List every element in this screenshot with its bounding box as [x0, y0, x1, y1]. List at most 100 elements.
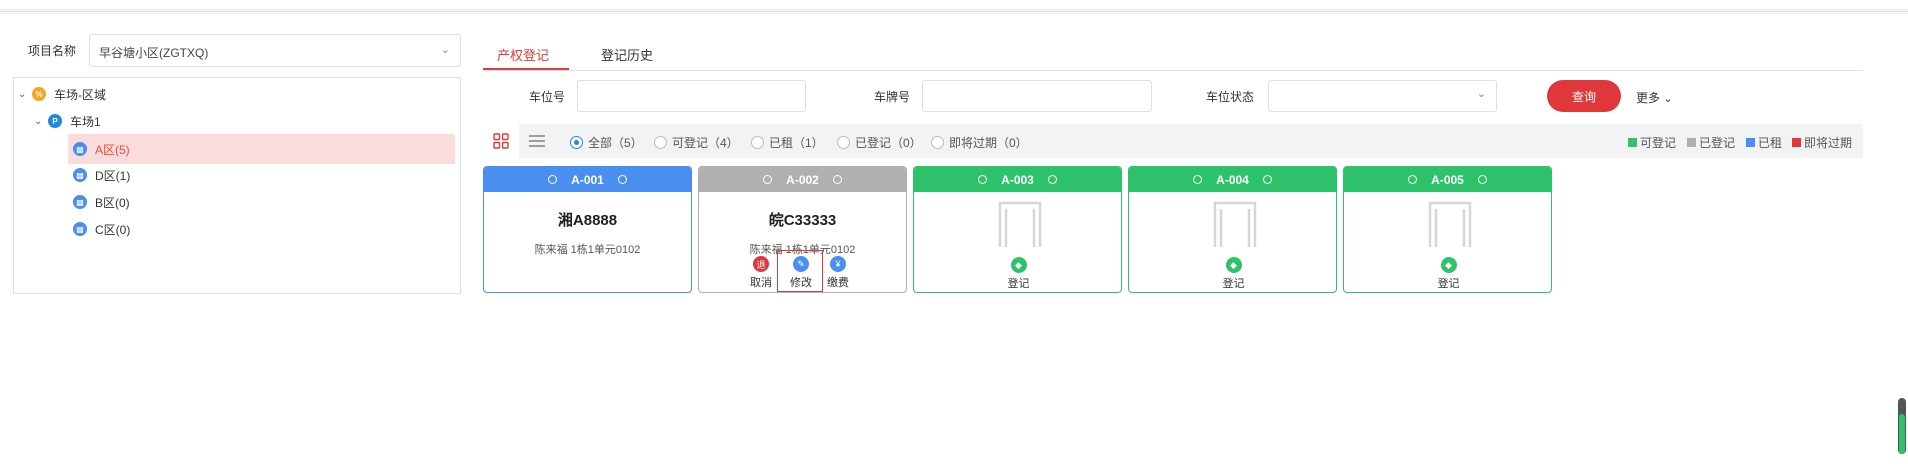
register-button[interactable]: ◆ 登记	[1344, 257, 1551, 291]
chevron-down-icon: ⌄	[1476, 88, 1486, 100]
area-tree: ⌄ % 车场-区域 ⌄ P 车场1 ▩ A区(5) ▩ D区(1) ▩ B区(0…	[13, 77, 461, 294]
radio-selected-icon	[570, 136, 583, 149]
parking-space-card[interactable]: A-005 ◆ 登记	[1343, 166, 1552, 293]
tree-lot-label: 车场1	[70, 114, 101, 129]
space-status-label: 车位状态	[1206, 90, 1255, 104]
filter-rented-label: 已租（1）	[769, 136, 824, 150]
caret-down-icon[interactable]: ⌄	[18, 89, 32, 100]
car-icon: ▩	[73, 142, 87, 156]
legend-label: 即将过期	[1804, 136, 1853, 150]
status-filter-bar: 全部（5） 可登记（4） 已租（1） 已登记（0） 即将过期（0） 可登记 已登…	[483, 124, 1863, 158]
card-header: A-005	[1344, 167, 1551, 192]
legend-registered: 已登记	[1687, 134, 1735, 151]
tab-bar: 产权登记 登记历史	[483, 35, 1863, 71]
card-header: A-004	[1129, 167, 1336, 192]
caret-down-icon[interactable]: ⌄	[34, 116, 48, 127]
cancel-icon: 退	[753, 256, 769, 272]
legend-rented: 已租	[1746, 134, 1782, 151]
tree-item-area-d[interactable]: ▩ D区(1)	[73, 161, 130, 189]
tree-item-area-c[interactable]: ▩ C区(0)	[73, 215, 130, 243]
radio-icon	[931, 136, 944, 149]
card-header: A-003	[914, 167, 1121, 192]
space-status-select[interactable]: ⌄	[1268, 80, 1497, 112]
empty-space-gate-icon	[1428, 201, 1472, 247]
parking-space-card[interactable]: A-002 皖C33333 陈来福 1栋1单元0102 退 取消 ✎ 修改 ¥ …	[698, 166, 907, 293]
tree-item-area-a[interactable]: ▩ A区(5)	[68, 134, 455, 164]
project-select[interactable]: 早谷塘小区(ZGTXQ) ⌄	[89, 34, 461, 67]
owner-info: 陈来福 1栋1单元0102	[534, 244, 641, 256]
legend-label: 已租	[1758, 136, 1783, 150]
tree-root-label: 车场-区域	[54, 87, 106, 102]
cancel-label: 取消	[750, 277, 772, 289]
card-header: A-002	[699, 167, 906, 192]
legend-label: 可登记	[1640, 136, 1677, 150]
radio-icon	[654, 136, 667, 149]
tag-icon: ◆	[1010, 257, 1027, 273]
space-code: A-002	[786, 172, 819, 187]
filter-expiring[interactable]: 即将过期（0）	[931, 134, 1028, 151]
plate-number-input[interactable]	[922, 80, 1152, 112]
more-toggle[interactable]: 更多 ⌄	[1636, 89, 1673, 106]
edit-button[interactable]: ✎ 修改	[790, 256, 812, 290]
tree-item-area-b[interactable]: ▩ B区(0)	[73, 188, 130, 216]
tree-item-label: D区(1)	[95, 168, 131, 183]
list-view-icon[interactable]	[519, 124, 555, 158]
car-icon: ▩	[73, 222, 87, 236]
register-label: 登记	[1222, 278, 1245, 290]
legend-swatch	[1792, 138, 1801, 147]
tab-property-registration[interactable]: 产权登记	[497, 45, 549, 64]
radio-icon	[751, 136, 764, 149]
space-number-label: 车位号	[529, 90, 566, 104]
register-button[interactable]: ◆ 登记	[914, 257, 1121, 291]
car-icon: ▩	[73, 195, 87, 209]
chevron-down-icon: ⌄	[1663, 93, 1673, 105]
project-select-value: 早谷塘小区(ZGTXQ)	[99, 46, 209, 60]
circle-icon	[1262, 175, 1272, 184]
edit-label: 修改	[790, 277, 812, 289]
space-code: A-003	[1001, 172, 1034, 187]
tag-icon: ◆	[1440, 257, 1457, 273]
filter-available[interactable]: 可登记（4）	[654, 134, 739, 151]
filter-expiring-label: 即将过期（0）	[949, 136, 1028, 150]
chevron-down-icon: ⌄	[440, 44, 450, 56]
parking-space-card[interactable]: A-001 湘A8888 陈来福 1栋1单元0102	[483, 166, 692, 293]
circle-icon	[832, 175, 842, 184]
pay-button[interactable]: ¥ 缴费	[827, 256, 849, 290]
space-number-input[interactable]	[577, 80, 806, 112]
tree-item-label: B区(0)	[95, 195, 130, 210]
car-icon: ▩	[73, 168, 87, 182]
cancel-button[interactable]: 退 取消	[750, 256, 772, 290]
circle-icon	[1193, 175, 1203, 184]
circle-icon	[1408, 175, 1418, 184]
filter-all-label: 全部（5）	[588, 136, 643, 150]
grid-view-icon[interactable]	[483, 124, 519, 158]
pay-label: 缴费	[827, 277, 849, 289]
tree-lot[interactable]: ⌄ P 车场1	[34, 107, 101, 135]
card-header: A-001	[484, 167, 691, 192]
tab-registration-history[interactable]: 登记历史	[601, 45, 653, 64]
edit-icon: ✎	[793, 256, 809, 272]
filter-registered[interactable]: 已登记（0）	[837, 134, 922, 151]
tree-item-label: A区(5)	[95, 142, 130, 157]
parking-lot-icon: P	[48, 114, 62, 128]
tree-root[interactable]: ⌄ % 车场-区域	[18, 80, 106, 108]
circle-icon	[617, 175, 627, 184]
empty-space-gate-icon	[1213, 201, 1257, 247]
legend-expiring: 即将过期	[1792, 134, 1852, 151]
project-label: 项目名称	[28, 44, 77, 58]
filter-registered-label: 已登记（0）	[855, 136, 922, 150]
register-button[interactable]: ◆ 登记	[1129, 257, 1336, 291]
filter-all[interactable]: 全部（5）	[570, 134, 643, 151]
parking-space-card[interactable]: A-003 ◆ 登记	[913, 166, 1122, 293]
parking-space-card[interactable]: A-004 ◆ 登记	[1128, 166, 1337, 293]
circle-icon	[978, 175, 988, 184]
radio-icon	[837, 136, 850, 149]
register-label: 登记	[1437, 278, 1460, 290]
filter-rented[interactable]: 已租（1）	[751, 134, 824, 151]
legend-label: 已登记	[1699, 136, 1736, 150]
scrollbar-indicator	[1899, 414, 1905, 454]
circle-icon	[548, 175, 558, 184]
query-button[interactable]: 查询	[1547, 80, 1621, 112]
register-label: 登记	[1007, 278, 1030, 290]
legend-swatch	[1687, 138, 1696, 147]
